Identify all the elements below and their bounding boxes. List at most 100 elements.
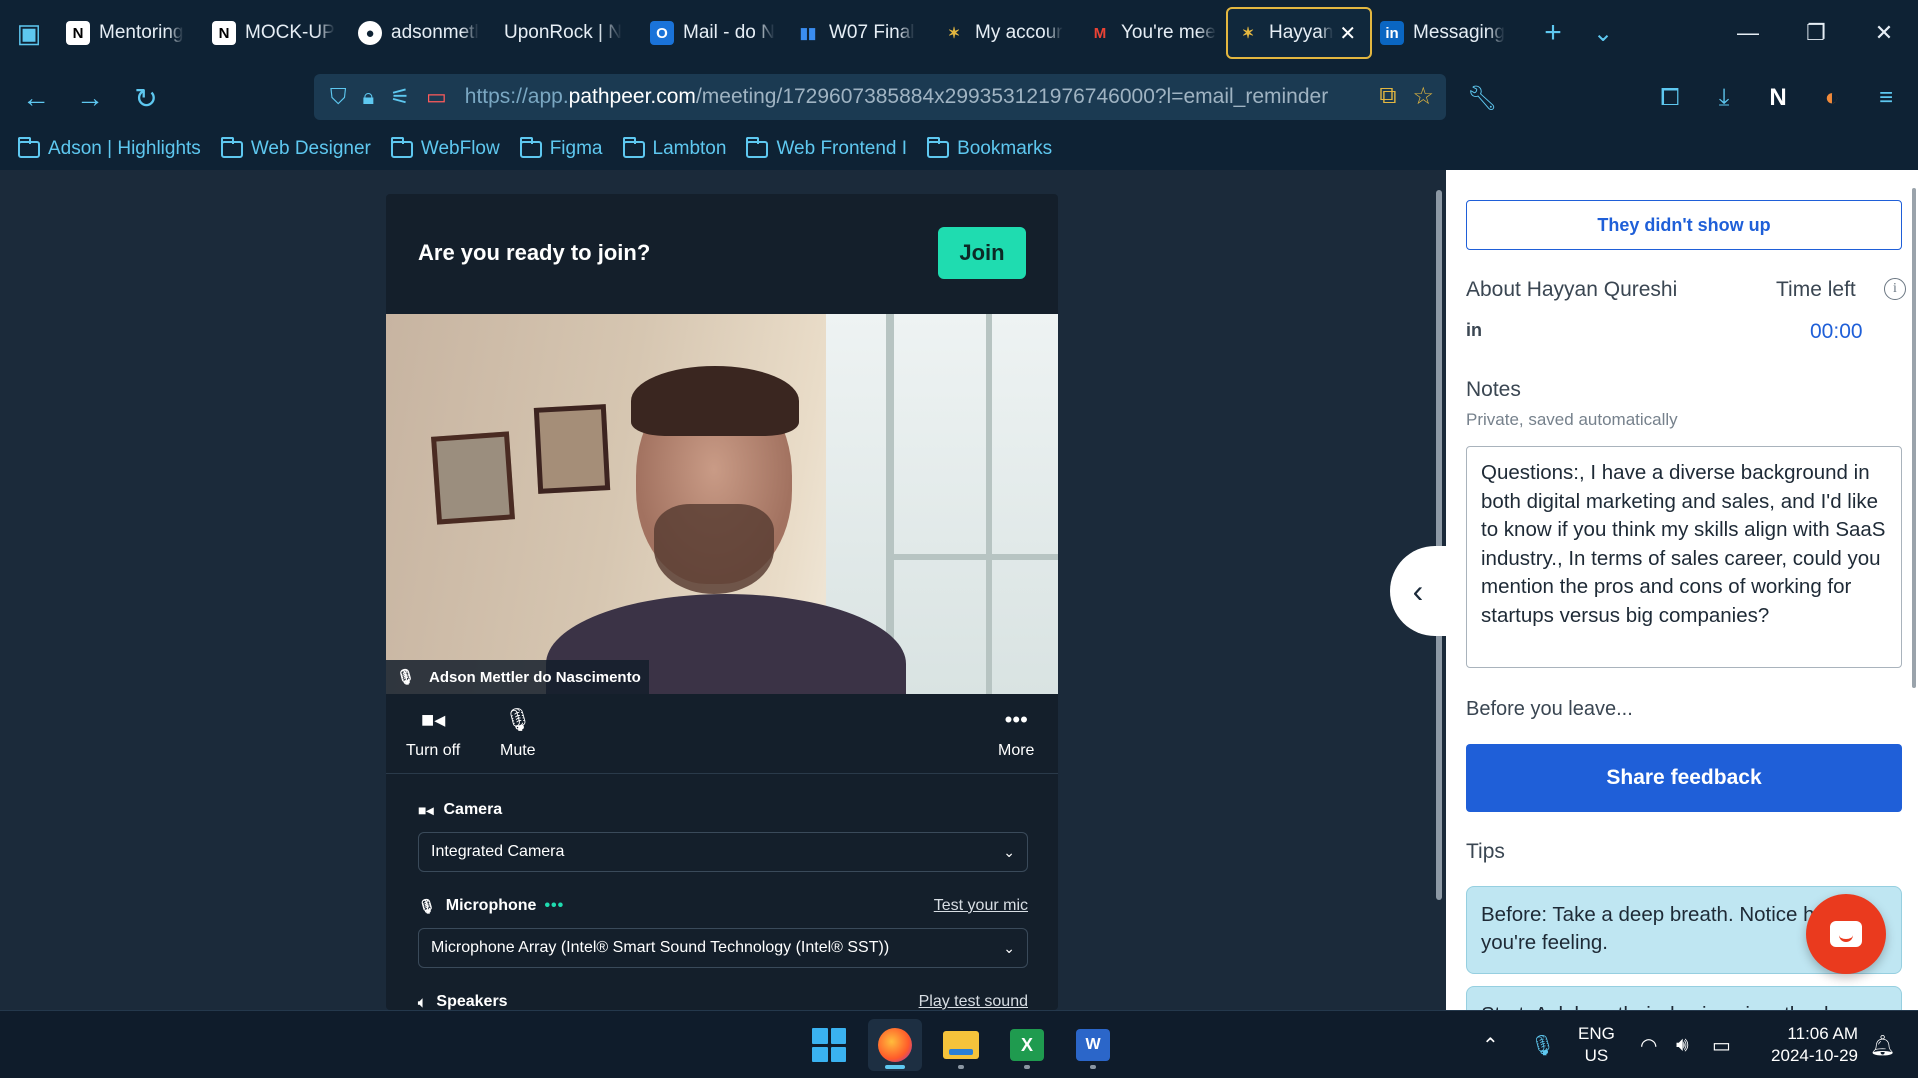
notes-textarea[interactable]: Questions:, I have a diverse background … <box>1466 446 1902 668</box>
mute-button[interactable]: 🎙︎ Mute <box>500 706 536 760</box>
video-camera-icon: ■◂ <box>418 801 434 818</box>
file-explorer-icon <box>943 1031 979 1059</box>
device-settings: ■◂ Camera Integrated Camera ⌄ 🎙︎ Microph… <box>418 798 1028 1010</box>
more-button[interactable]: ••• More <box>998 706 1034 760</box>
bookmark-folder[interactable]: Web Frontend I <box>746 136 907 160</box>
camera-setting-label: ■◂ Camera <box>418 801 503 818</box>
folder-icon <box>519 136 542 158</box>
minimize-icon[interactable]: — <box>1714 0 1782 66</box>
volume-icon[interactable]: 🔊︎ <box>1676 1011 1689 1078</box>
microphone-tray-icon[interactable]: 🎙︎ <box>1530 1011 1555 1078</box>
browser-tab[interactable]: ✶ My accour <box>934 7 1080 59</box>
restore-icon[interactable]: ❐ <box>1782 0 1850 66</box>
pip-icon[interactable]: ⧉ <box>1379 82 1396 111</box>
camera-preview: 🎙︎ Adson Mettler do Nascimento <box>386 314 1058 694</box>
info-icon[interactable]: i <box>1884 278 1906 300</box>
lock-icon[interactable]: 🔒︎ <box>363 84 375 110</box>
battery-icon[interactable]: ▭ <box>1712 1011 1731 1078</box>
extensions-icon[interactable]: ⧠ <box>1648 78 1692 118</box>
picture-frame <box>533 404 611 494</box>
sidebar-scrollbar[interactable] <box>1912 188 1916 688</box>
page-scrollbar[interactable] <box>1436 190 1442 900</box>
notes-subtitle: Private, saved automatically <box>1466 410 1678 429</box>
tab-overview-icon[interactable]: ▣ <box>0 0 58 66</box>
speaker-icon: 🔈︎ <box>418 993 427 1010</box>
speakers-setting-label: 🔈︎ Speakers Play test sound <box>418 993 1028 1010</box>
taskbar-firefox[interactable] <box>868 1019 922 1071</box>
microphone-select[interactable]: Microphone Array (Intel® Smart Sound Tec… <box>418 928 1028 968</box>
camera-toggle-button[interactable]: ■◂ Turn off <box>406 706 460 760</box>
notification-bell-icon[interactable]: 🔔︎ <box>1870 1011 1895 1078</box>
picture-frame <box>431 431 515 525</box>
bookmark-folder[interactable]: Figma <box>519 136 603 160</box>
person-beard <box>654 504 774 594</box>
play-test-sound-link[interactable]: Play test sound <box>919 993 1028 1010</box>
forward-icon[interactable]: → <box>70 78 110 118</box>
address-bar[interactable]: ⛉ 🔒︎ ⚟ ▭ https://app.pathpeer.com/meetin… <box>314 74 1446 120</box>
browser-tab[interactable]: UponRock | N <box>496 7 642 59</box>
browser-tab[interactable]: O Mail - do N <box>642 7 788 59</box>
bookmark-folder[interactable]: WebFlow <box>390 136 500 160</box>
no-show-button[interactable]: They didn't show up <box>1466 200 1902 250</box>
taskbar-word[interactable]: W <box>1066 1019 1120 1071</box>
url-text[interactable]: https://app.pathpeer.com/meeting/1729607… <box>465 85 1335 109</box>
window-bar <box>986 314 992 694</box>
browser-nav-bar: ← → ↻ ⛉ 🔒︎ ⚟ ▭ https://app.pathpeer.com/… <box>0 66 1918 128</box>
show-hidden-icons[interactable]: ⌃ <box>1482 1011 1499 1078</box>
share-feedback-button[interactable]: Share feedback <box>1466 744 1902 812</box>
bookmark-folder[interactable]: Bookmarks <box>927 136 1052 160</box>
shield-icon[interactable]: ⛉ <box>330 84 347 110</box>
browser-tab[interactable]: N MOCK-UP <box>204 7 350 59</box>
window-controls: — ❐ ✕ <box>1714 0 1918 66</box>
chevron-down-icon[interactable]: ⌄ <box>1578 19 1628 48</box>
outlook-icon: O <box>650 21 674 45</box>
tips-heading: Tips <box>1466 840 1505 863</box>
firefox-account-icon[interactable]: ◐ <box>1810 78 1854 118</box>
participant-name-badge: 🎙︎ Adson Mettler do Nascimento <box>386 660 649 694</box>
camera-select[interactable]: Integrated Camera ⌄ <box>418 832 1028 872</box>
downloads-icon[interactable]: ⤓ <box>1702 78 1746 118</box>
close-window-icon[interactable]: ✕ <box>1850 0 1918 66</box>
bookmark-folder[interactable]: Web Designer <box>220 136 371 160</box>
start-button[interactable] <box>802 1019 856 1071</box>
new-tab-icon[interactable]: + <box>1528 16 1578 50</box>
browser-tab[interactable]: ▮▮ W07 Final <box>788 7 934 59</box>
folder-icon <box>746 136 769 158</box>
prejoin-card: Are you ready to join? Join 🎙︎ Adson Met… <box>386 194 1058 1010</box>
mic-level-indicator: ••• <box>544 897 565 914</box>
person-hair <box>631 366 799 436</box>
wifi-icon[interactable]: ◠ <box>1640 1011 1657 1078</box>
notion-extension-icon[interactable]: N <box>1756 78 1800 118</box>
browser-tab[interactable]: in Messaging <box>1372 7 1518 59</box>
back-icon[interactable]: ← <box>16 78 56 118</box>
language-indicator[interactable]: ENG US <box>1578 1023 1615 1067</box>
menu-icon[interactable]: ≡ <box>1864 78 1908 118</box>
notion-icon: N <box>66 21 90 45</box>
permissions-icon[interactable]: ⚟ <box>390 84 410 110</box>
wrench-icon[interactable]: 🔧︎ <box>1460 78 1504 118</box>
notion-icon: N <box>212 21 236 45</box>
pathpeer-icon: ✶ <box>1241 25 1255 42</box>
time-left-value: 00:00 <box>1810 320 1863 343</box>
linkedin-icon: in <box>1380 21 1404 45</box>
browser-tab-active[interactable]: ✶ Hayyan ✕ <box>1226 7 1372 59</box>
bookmark-star-icon[interactable]: ☆ <box>1412 82 1434 111</box>
more-dots-icon: ••• <box>1004 707 1028 732</box>
reload-icon[interactable]: ↻ <box>126 78 166 118</box>
bookmark-folder[interactable]: Adson | Highlights <box>18 136 201 160</box>
collapse-sidebar-button[interactable]: ‹ <box>1390 546 1446 636</box>
system-clock[interactable]: 11:06 AM 2024-10-29 <box>1762 1023 1858 1067</box>
taskbar-file-explorer[interactable] <box>934 1019 988 1071</box>
browser-tab[interactable]: ● adsonmetl <box>350 7 496 59</box>
chat-icon <box>1830 921 1862 947</box>
test-mic-link[interactable]: Test your mic <box>934 897 1028 915</box>
bookmark-folder[interactable]: Lambton <box>622 136 726 160</box>
camera-permission-icon[interactable]: ▭ <box>426 84 447 110</box>
chat-widget-button[interactable] <box>1806 894 1886 974</box>
browser-tab[interactable]: N Mentoring <box>58 7 204 59</box>
browser-tab[interactable]: M You're mee <box>1080 7 1226 59</box>
join-button[interactable]: Join <box>938 227 1026 279</box>
taskbar-excel[interactable]: X <box>1000 1019 1054 1071</box>
close-tab-icon[interactable]: ✕ <box>1339 21 1356 46</box>
linkedin-icon[interactable]: in <box>1466 320 1482 341</box>
